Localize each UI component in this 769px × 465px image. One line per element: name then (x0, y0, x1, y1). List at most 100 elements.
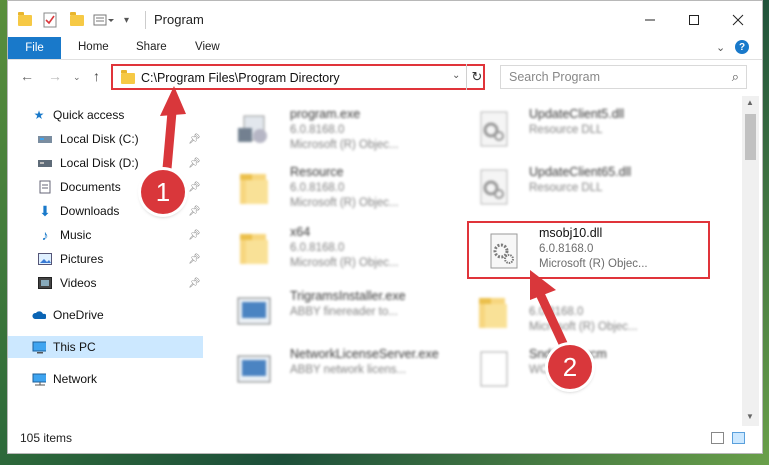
file-tile[interactable]: program.exe 6.0.8168.0 Microsoft (R) Obj… (224, 102, 454, 158)
installer-icon (234, 292, 274, 332)
pin-icon[interactable]: 📌︎ (188, 158, 201, 169)
customize-toolbar-icon[interactable]: ▾ (124, 11, 129, 29)
file-tile[interactable]: UpdateClient5.dll Resource DLL (463, 102, 693, 158)
sidebar-item-label: Local Disk (D:) (60, 156, 139, 170)
tab-home[interactable]: Home (78, 41, 109, 53)
file-tile[interactable]: TrigramsInstaller.exe ABBY finereader to… (224, 284, 454, 340)
sidebar-item-quick-access[interactable]: ★ Quick access (8, 104, 203, 126)
file-version: 6.0.8168.0 (290, 182, 345, 194)
sidebar-item-label: Local Disk (C:) (60, 132, 139, 146)
file-version: 6.0.8168.0 (290, 124, 345, 136)
music-icon: ♪ (41, 227, 49, 243)
pin-icon[interactable]: 📌︎ (188, 278, 201, 289)
sidebar-item-label: Network (53, 372, 98, 386)
pictures-icon (38, 252, 52, 266)
star-icon: ★ (33, 108, 45, 122)
up-arrow-icon[interactable]: ↑ (93, 68, 100, 84)
sidebar-item-label: Documents (60, 180, 121, 194)
address-dropdown-icon[interactable]: ⌄ (452, 70, 460, 81)
scroll-thumb[interactable] (745, 114, 756, 160)
file-name: program.exe (290, 107, 361, 121)
help-icon[interactable]: ? (735, 40, 749, 54)
back-arrow-icon[interactable]: ← (20, 68, 34, 84)
search-placeholder: Search Program (509, 70, 601, 84)
file-version: 6.0.8168.0 (529, 306, 584, 318)
pin-icon[interactable]: 📌︎ (188, 134, 201, 145)
highlight-box (467, 221, 710, 279)
sidebar-item-local-disk-c[interactable]: Local Disk (C:) 📌︎ (8, 128, 203, 150)
forward-arrow-icon[interactable]: → (48, 68, 62, 84)
installer-icon (234, 350, 274, 390)
folder-icon (234, 168, 274, 208)
minimize-icon[interactable] (628, 7, 672, 33)
exe-icon (234, 110, 274, 150)
sidebar-item-network[interactable]: Network (8, 368, 203, 390)
sidebar-item-onedrive[interactable]: OneDrive (8, 304, 203, 326)
file-description: Resource DLL (529, 124, 603, 136)
item-count: 105 items (20, 431, 73, 445)
view-options-icon[interactable] (93, 11, 115, 29)
file-tile[interactable]: NetworkLicenseServer.exe ABBY network li… (224, 342, 454, 398)
file-description: Microsoft (R) Objec... (290, 257, 399, 269)
sidebar-item-this-pc[interactable]: This PC (8, 336, 203, 358)
dll-icon (473, 168, 513, 208)
large-icons-view-icon[interactable] (732, 432, 745, 444)
sidebar-item-videos[interactable]: Videos 📌︎ (8, 272, 203, 294)
tab-share[interactable]: Share (136, 41, 167, 53)
file-version: 6.0.8168.0 (290, 242, 345, 254)
properties-icon[interactable] (43, 11, 57, 29)
sidebar-item-music[interactable]: ♪ Music 📌︎ (8, 224, 203, 246)
title-bar: ▾ Program (8, 1, 762, 37)
cloud-icon (32, 308, 46, 322)
folder-icon (121, 70, 135, 84)
file-name: NetworkLicenseServer.exe (290, 347, 439, 361)
new-folder-icon[interactable] (70, 11, 84, 29)
close-icon[interactable] (716, 7, 760, 33)
dll-icon (473, 110, 513, 150)
sidebar-item-label: Pictures (60, 252, 104, 266)
sidebar-item-label: OneDrive (53, 308, 104, 322)
title-separator (145, 11, 146, 29)
tab-file[interactable]: File (8, 37, 61, 59)
file-tile[interactable]: UpdateClient65.dll Resource DLL (463, 160, 693, 216)
file-icon (473, 350, 513, 390)
expand-ribbon-icon[interactable]: ⌄ (716, 41, 725, 54)
recent-locations-icon[interactable]: ⌄ (73, 72, 81, 83)
sidebar-item-pictures[interactable]: Pictures 📌︎ (8, 248, 203, 270)
vertical-scrollbar[interactable]: ▲ ▼ (742, 96, 759, 426)
download-icon: ⬇ (39, 202, 51, 219)
network-icon (32, 372, 46, 386)
documents-icon (38, 180, 52, 194)
tab-view[interactable]: View (195, 41, 220, 53)
pin-icon[interactable]: 📌︎ (188, 206, 201, 217)
ribbon-tabs: File Home Share View ⌄ ? (8, 37, 762, 60)
pin-icon[interactable]: 📌︎ (188, 230, 201, 241)
drive-icon (38, 132, 52, 146)
search-input[interactable]: Search Program ⌕ (500, 65, 747, 89)
address-bar[interactable]: C:\Program Files\Program Directory ⌄ (111, 64, 485, 90)
drive-icon (38, 156, 52, 170)
file-description: ABBY network licens... (290, 364, 407, 376)
refresh-icon[interactable]: ↻ (466, 64, 487, 90)
file-description: Microsoft (R) Objec... (529, 321, 638, 333)
computer-icon (32, 340, 46, 354)
maximize-icon[interactable] (672, 7, 716, 33)
file-tile[interactable]: Resource 6.0.8168.0 Microsoft (R) Objec.… (224, 160, 454, 216)
file-tile[interactable]: x64 6.0.8168.0 Microsoft (R) Objec... (224, 220, 454, 276)
sidebar-item-label: This PC (53, 340, 96, 354)
step-1-badge: 1 (141, 170, 185, 214)
scroll-up-icon[interactable]: ▲ (746, 98, 754, 107)
scroll-down-icon[interactable]: ▼ (746, 412, 754, 421)
file-name: UpdateClient65.dll (529, 165, 632, 179)
file-name: UpdateClient5.dll (529, 107, 625, 121)
details-view-icon[interactable] (711, 432, 724, 444)
file-tile[interactable]: 6.0.8168.0 Microsoft (R) Objec... (463, 284, 693, 340)
pin-icon[interactable]: 📌︎ (188, 182, 201, 193)
file-description: Microsoft (R) Objec... (290, 197, 399, 209)
file-description: Microsoft (R) Objec... (290, 139, 399, 151)
sidebar-item-local-disk-d[interactable]: Local Disk (D:) 📌︎ (8, 152, 203, 174)
pin-icon[interactable]: 📌︎ (188, 254, 201, 265)
file-name: x64 (290, 225, 311, 239)
videos-icon (38, 276, 52, 290)
window-title: Program (154, 12, 204, 27)
